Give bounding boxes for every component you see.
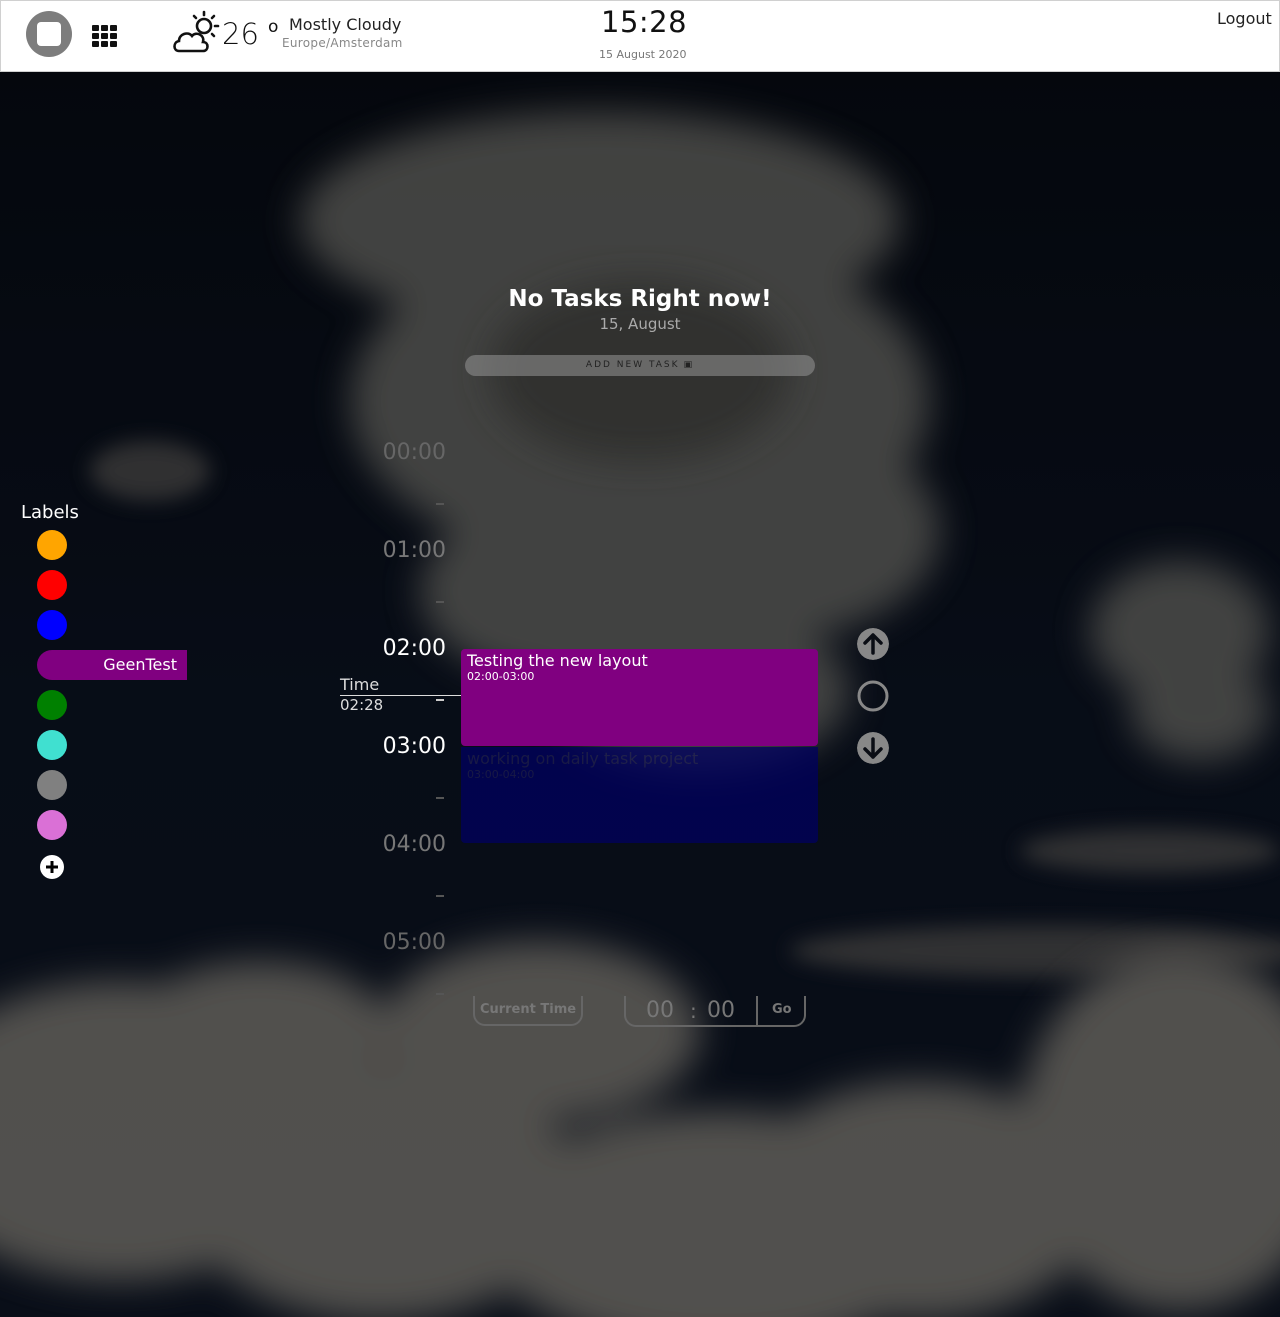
hour-label: 01:00 [382, 538, 446, 563]
label-green[interactable] [37, 690, 67, 720]
task-title: Testing the new layout [467, 651, 648, 670]
label-gray[interactable] [37, 770, 67, 800]
task-card[interactable]: working on daily task project 03:00-04:0… [461, 747, 818, 843]
timezone: Europe/Amsterdam [282, 36, 403, 50]
logout-link[interactable]: Logout [1217, 9, 1272, 28]
label-turquoise[interactable] [37, 730, 67, 760]
goto-minute-input[interactable]: 00 [703, 998, 739, 1023]
stop-icon [37, 22, 61, 46]
tick-mark [436, 895, 444, 897]
label-name: GeenTest [103, 655, 177, 674]
labels-title: Labels [21, 502, 79, 523]
task-title: working on daily task project [467, 749, 699, 768]
weather-condition: Mostly Cloudy [289, 15, 402, 34]
label-blue[interactable] [37, 610, 67, 640]
current-time-circle-icon[interactable] [857, 680, 889, 712]
add-label-icon[interactable] [40, 855, 64, 879]
current-time-value: 02:28 [340, 696, 384, 714]
tick-mark [436, 797, 444, 799]
goto-divider [756, 996, 758, 1025]
clock: 15:28 [601, 5, 688, 39]
page-subtitle: 15, August [599, 315, 681, 333]
task-time: 03:00-04:00 [467, 768, 535, 781]
hour-label: 03:00 [382, 734, 446, 759]
scroll-down-icon[interactable] [857, 732, 889, 764]
current-time-label: Time [340, 675, 380, 694]
hour-label: 04:00 [382, 832, 446, 857]
current-time-button[interactable]: Current Time [473, 996, 583, 1026]
temperature: 26 [222, 17, 259, 51]
task-card[interactable]: Testing the new layout 02:00-03:00 [461, 649, 818, 746]
goto-hour-input[interactable]: 00 [642, 998, 678, 1023]
add-task-label: ADD NEW TASK [585, 360, 680, 370]
page-title: No Tasks Right now! [508, 286, 772, 312]
task-time: 02:00-03:00 [467, 670, 535, 683]
goto-colon: : [690, 999, 697, 1023]
go-button[interactable]: Go [772, 1002, 792, 1017]
scroll-up-icon[interactable] [857, 628, 889, 660]
label-orange[interactable] [37, 530, 67, 560]
apps-grid-icon[interactable] [92, 25, 118, 47]
hour-label: 02:00 [382, 636, 446, 661]
tick-mark [436, 699, 444, 701]
add-task-button[interactable]: ADD NEW TASK ▣ [465, 355, 815, 376]
tick-mark [436, 601, 444, 603]
calendar-icon: ▣ [683, 360, 695, 370]
current-date: 15 August 2020 [599, 48, 687, 61]
hour-label: 05:00 [382, 930, 446, 955]
top-bar: 26 o Mostly Cloudy Europe/Amsterdam 15:2… [0, 0, 1280, 72]
hour-label: 00:00 [382, 440, 446, 465]
label-orchid[interactable] [37, 810, 67, 840]
degree-symbol: o [268, 17, 279, 37]
stop-button[interactable] [26, 11, 72, 57]
goto-time-control: 00 : 00 Go [624, 996, 806, 1027]
tick-mark [436, 503, 444, 505]
tick-mark [436, 993, 444, 995]
label-red[interactable] [37, 570, 67, 600]
label-purple[interactable]: GeenTest [37, 650, 187, 680]
cloud-sun-icon [173, 10, 220, 53]
